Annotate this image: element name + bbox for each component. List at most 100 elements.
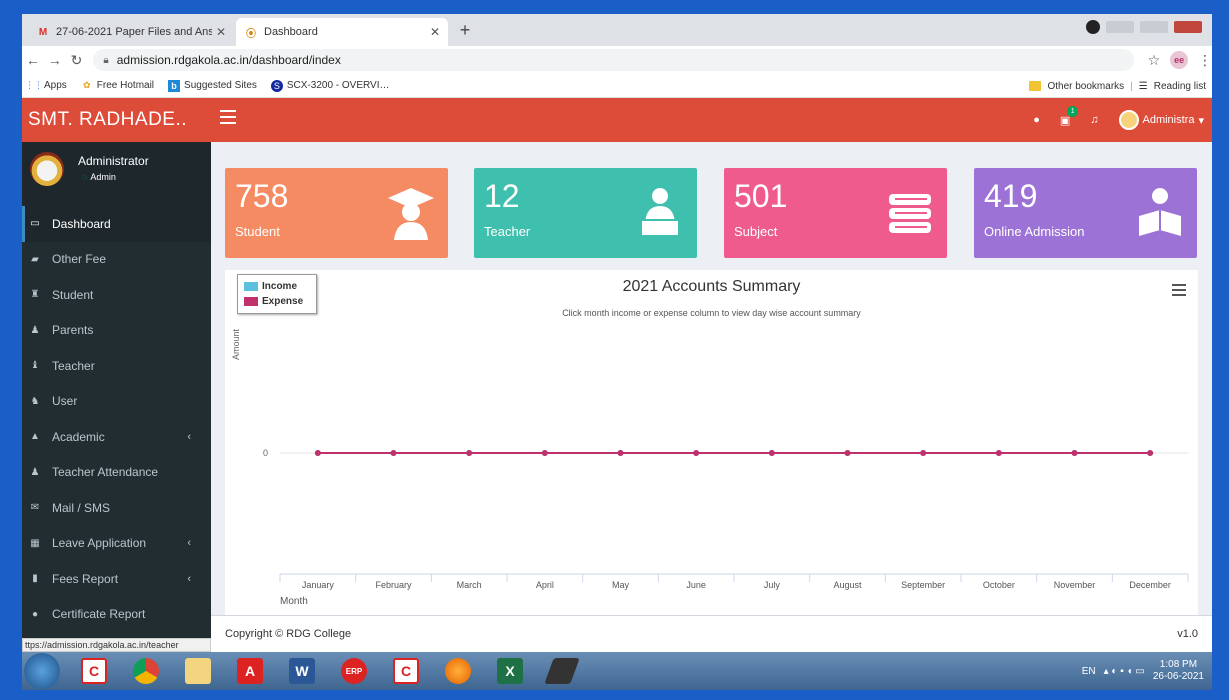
stat-card-online-admission[interactable]: 419 Online Admission xyxy=(974,168,1197,258)
x-tick-label: March xyxy=(457,580,482,590)
browser-tab-dashboard[interactable]: ⦿ Dashboard ✕ xyxy=(236,18,448,46)
taskbar-app-c[interactable]: C xyxy=(74,655,114,687)
close-icon[interactable]: ✕ xyxy=(430,25,440,39)
bing-icon: b xyxy=(168,79,181,92)
sidebar-item-label: Parents xyxy=(52,323,94,338)
sidebar-item-label: Other Fee xyxy=(52,252,107,267)
back-arrow-icon[interactable]: ← xyxy=(22,52,44,68)
data-point-expense xyxy=(466,450,473,456)
bookmark-hotmail[interactable]: ✿ Free Hotmail xyxy=(81,80,154,92)
bookmark-apps[interactable]: ⋮⋮ Apps xyxy=(25,80,67,92)
sidebar-item-fees-report[interactable]: ▮ Fees Report ‹ xyxy=(22,561,211,597)
sidebar-item-label: User xyxy=(52,394,78,409)
user-menu[interactable]: Administra ▾ xyxy=(1118,110,1204,130)
sidebar-menu: ▭ Dashboard ▰ Other Fee ♜ Student ♟ Parents ♝ Tea… xyxy=(22,206,211,632)
excel-icon[interactable]: X xyxy=(490,655,530,687)
reload-icon[interactable]: ↻ xyxy=(66,52,88,69)
sidebar-item-label: Fees Report xyxy=(52,571,119,586)
sidebar-item-certificate-report[interactable]: ● Certificate Report xyxy=(22,597,211,633)
circle-icon: ● xyxy=(31,608,39,620)
calendar-icon[interactable]: ▣ 1 xyxy=(1060,105,1079,127)
sidebar-item-mail-sms[interactable]: ✉ Mail / SMS xyxy=(22,490,211,526)
reading-list-link[interactable]: Reading list xyxy=(1154,81,1206,92)
sidebar-item-user[interactable]: ♞ User xyxy=(22,384,211,420)
x-tick-label: August xyxy=(833,580,862,590)
brand-logo-text[interactable]: SMT. RADHADE.. xyxy=(28,98,187,142)
stat-card-teacher[interactable]: 12 Teacher xyxy=(474,168,697,258)
lock-icon: 🔒︎ xyxy=(103,54,109,66)
sidebar-item-student[interactable]: ♜ Student xyxy=(22,277,211,313)
user-name: Administrator xyxy=(78,154,149,168)
bell-icon[interactable]: ♫ xyxy=(1090,114,1098,126)
minimize-button[interactable] xyxy=(1106,21,1134,33)
legend-item-expense[interactable]: Expense xyxy=(244,294,310,309)
word-icon[interactable]: W xyxy=(282,655,322,687)
stat-value: 758 xyxy=(235,178,289,214)
profile-avatar[interactable]: ee xyxy=(1170,51,1189,69)
reading-list-icon: ☰ xyxy=(1138,80,1148,92)
chevron-left-icon[interactable]: ‹ xyxy=(187,537,191,549)
stat-card-student[interactable]: 758 Student xyxy=(225,168,448,258)
y-tick-label: 0 xyxy=(263,448,268,458)
teacher-laptop-icon xyxy=(640,188,680,237)
language-indicator[interactable]: EN xyxy=(1082,666,1096,677)
report-icon: ▮ xyxy=(32,573,38,585)
folder-icon xyxy=(1029,81,1042,91)
acrobat-icon[interactable]: A xyxy=(230,655,270,687)
scanner-icon[interactable] xyxy=(542,655,582,687)
tray-icons[interactable]: ▴ ◐ ▪ ◖ ▭ xyxy=(1104,666,1145,677)
x-tick-label: February xyxy=(375,580,412,590)
sidebar-toggle-icon[interactable] xyxy=(220,110,236,124)
chart-menu-icon[interactable] xyxy=(1172,284,1186,299)
notification-badge: 1 xyxy=(1067,105,1079,117)
account-icon[interactable] xyxy=(1086,20,1100,34)
college-logo-icon: ⦿ xyxy=(246,28,256,40)
x-tick-label: October xyxy=(983,580,1015,590)
start-button[interactable] xyxy=(24,653,60,689)
bookmarks-right: Other bookmarks | ☰ Reading list xyxy=(1029,74,1206,98)
stat-value: 501 xyxy=(734,178,788,214)
globe-icon[interactable]: ● xyxy=(1033,114,1040,126)
sidebar-item-teacher-attendance[interactable]: ♟ Teacher Attendance xyxy=(22,455,211,491)
browser-menu-icon[interactable]: ⋮ xyxy=(1198,52,1212,69)
data-point-expense xyxy=(768,450,775,456)
sidebar-item-parents[interactable]: ♟ Parents xyxy=(22,313,211,349)
new-tab-button[interactable]: + xyxy=(454,19,476,41)
chrome-icon[interactable] xyxy=(126,655,166,687)
money-icon: ▰ xyxy=(31,253,39,265)
bookmark-suggested[interactable]: b Suggested Sites xyxy=(168,79,257,92)
main-content: 758 Student 12 Teacher 501 Subject 419 O… xyxy=(211,142,1212,615)
sidebar-item-dashboard[interactable]: ▭ Dashboard xyxy=(22,206,211,242)
caret-down-icon: ▾ xyxy=(1198,114,1204,127)
firefox-icon[interactable] xyxy=(438,655,478,687)
close-window-button[interactable] xyxy=(1174,21,1202,33)
x-tick-label: April xyxy=(536,580,554,590)
sidebar-item-other-fee[interactable]: ▰ Other Fee xyxy=(22,242,211,278)
system-tray: EN ▴ ◐ ▪ ◖ ▭ 1:08 PM 26-06-2021 xyxy=(1082,652,1204,690)
gmail-icon: M xyxy=(38,26,48,38)
samsung-icon: S xyxy=(270,79,283,92)
user-role: ◌ Admin xyxy=(82,172,116,182)
maximize-button[interactable] xyxy=(1140,21,1168,33)
clock-date: 26-06-2021 xyxy=(1152,671,1204,682)
taskbar-app-c2[interactable]: C xyxy=(386,655,426,687)
erp-icon[interactable]: ERP xyxy=(334,655,374,687)
footer: Copyright © RDG College v1.0 xyxy=(211,615,1212,652)
sidebar-item-leave-application[interactable]: ▦ Leave Application ‹ xyxy=(22,526,211,562)
sidebar-item-label: Leave Application xyxy=(52,536,147,551)
forward-arrow-icon[interactable]: → xyxy=(44,52,66,68)
clock[interactable]: 1:08 PM 26-06-2021 xyxy=(1153,659,1204,683)
stat-card-subject[interactable]: 501 Subject xyxy=(724,168,947,258)
browser-tab-gmail[interactable]: M 27-06-2021 Paper Files and Ans… ✕ xyxy=(28,18,234,46)
other-bookmarks-link[interactable]: Other bookmarks xyxy=(1047,81,1124,92)
stat-value: 12 xyxy=(484,178,520,214)
url-input[interactable]: 🔒︎ admission.rdgakola.ac.in/dashboard/in… xyxy=(93,49,1134,71)
sidebar-item-teacher[interactable]: ♝ Teacher xyxy=(22,348,211,384)
chevron-left-icon[interactable]: ‹ xyxy=(187,573,191,585)
bookmark-star-icon[interactable]: ☆ xyxy=(1148,52,1161,69)
explorer-folder-icon[interactable] xyxy=(178,655,218,687)
close-icon[interactable]: ✕ xyxy=(216,25,226,39)
bookmark-scx[interactable]: S SCX-3200 - OVERVI… xyxy=(270,79,390,92)
chevron-left-icon[interactable]: ‹ xyxy=(187,431,191,443)
sidebar-item-academic[interactable]: ▲ Academic ‹ xyxy=(22,419,211,455)
